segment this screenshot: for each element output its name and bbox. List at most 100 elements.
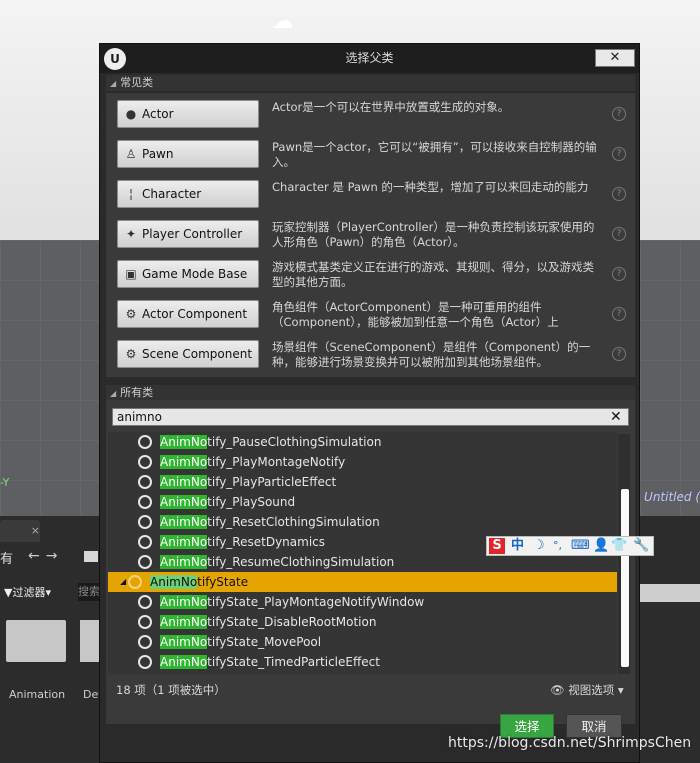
class-button[interactable]: ⚙ Scene Component [117,340,259,368]
class-button-label: Actor Component [142,307,248,321]
class-search-box[interactable]: ✕ [112,408,629,426]
wrench-icon[interactable]: 🔧 [633,538,649,554]
pick-parent-class-dialog: U 选择父类 ✕ ◢ 常见类 ● Actor Actor是一个可以在世界中放置或生成的… [99,43,640,763]
punctuation-icon[interactable]: °, [553,538,562,554]
history-nav-arrows[interactable]: ←→ [28,548,63,564]
common-classes-header[interactable]: ◢ 常见类 [106,75,635,91]
tree-row-label: AnimNotify_PauseClothingSimulation [160,432,381,452]
tree-scrollbar-thumb[interactable] [621,489,629,667]
class-description: Pawn是一个actor，它可以“被拥有”，可以接收来自控制器的输入。 [272,140,597,169]
class-icon [138,455,152,469]
search-match: AnimNo [150,575,198,589]
label-rest: tify_PauseClothingSimulation [207,435,382,449]
tree-row[interactable]: AnimNotify_ResetClothingSimulation [108,512,617,532]
skin-icon[interactable]: 👕 [611,538,627,554]
label-rest: tifyState_MovePool [207,635,322,649]
label-rest: tifyState_TimedParticleEffect [207,655,380,669]
class-button-label: Character [142,187,202,201]
label-rest: tifyState_DisableRootMotion [207,615,377,629]
ime-toolbar[interactable]: S 中 ☽ °, ⌨ 👤 👕 🔧 [486,536,654,556]
tree-row[interactable]: AnimNotifyState_PlayMontageNotifyWindow [108,592,617,612]
common-class-row: ⚙ Scene Component 场景组件（SceneComponent）是组件（… [106,333,635,373]
content-path-bar[interactable] [636,584,700,602]
class-icon [138,615,152,629]
tree-row[interactable]: AnimNotifyState_TimedParticleEffect [108,652,617,672]
label-rest: tify_ResumeClothingSimulation [207,555,395,569]
content-search-input[interactable]: 搜索 [78,583,100,601]
class-icon [138,435,152,449]
content-browser-tab-label[interactable]: 有 [0,548,13,567]
label-rest: tifyState [197,575,249,589]
collapse-arrow-icon: ◢ [110,79,117,88]
help-icon[interactable]: ? [612,267,626,281]
class-button[interactable]: ¦ Character [117,180,259,208]
label-rest: tify_PlayParticleEffect [207,475,337,489]
class-button-label: Game Mode Base [142,267,248,281]
class-button[interactable]: ✦ Player Controller [117,220,259,248]
help-icon[interactable]: ? [612,187,626,201]
tree-row-selected[interactable]: ◢ AnimNotifyState [108,572,617,592]
search-match: AnimNo [160,595,208,609]
class-button-label: Actor [142,107,174,121]
filter-dropdown[interactable]: ▼过滤器▾ [4,584,51,600]
fullwidth-moon-icon[interactable]: ☽ [533,538,545,554]
class-button[interactable]: ● Actor [117,100,259,128]
class-icon [138,535,152,549]
scene-component-icon: ⚙ [125,347,137,361]
class-button[interactable]: ♙ Pawn [117,140,259,168]
search-match: AnimNo [160,555,208,569]
class-button-label: Player Controller [142,227,243,241]
class-description: 游戏模式基类定义正在进行的游戏、其规则、得分，以及游戏类型的其他方面。 [272,260,594,289]
keyboard-icon[interactable]: ⌨ [571,538,590,554]
help-icon[interactable]: ? [612,347,626,361]
folder-icon[interactable] [84,551,98,562]
class-icon [138,635,152,649]
content-browser-tab-close[interactable]: × [0,520,40,542]
close-button[interactable]: ✕ [595,49,635,67]
class-button[interactable]: ⚙ Actor Component [117,300,259,328]
tree-row-label: AnimNotify_ResetDynamics [160,532,325,552]
component-icon: ⚙ [125,307,137,321]
tree-row[interactable]: AnimNotify_PlayParticleEffect [108,472,617,492]
help-icon[interactable]: ? [612,227,626,241]
tree-row-label: AnimNotify_ResetClothingSimulation [160,512,380,532]
class-icon [138,595,152,609]
help-icon[interactable]: ? [612,147,626,161]
folder-dev-icon[interactable] [80,620,100,662]
help-icon[interactable]: ? [612,107,626,121]
class-description: Actor是一个可以在世界中放置或生成的对象。 [272,100,510,114]
label-rest: tify_PlayMontageNotify [207,455,346,469]
tree-row[interactable]: AnimNotify_PlayMontageNotify [108,452,617,472]
all-classes-title: 所有类 [120,386,154,399]
search-match: AnimNo [160,535,208,549]
all-classes-header[interactable]: ◢ 所有类 [106,385,635,401]
controller-icon: ✦ [125,227,137,241]
sogou-logo-icon[interactable]: S [489,538,505,554]
dialog-title: 选择父类 [345,51,394,65]
tree-row[interactable]: AnimNotifyState_MovePool [108,632,617,652]
eye-icon: 👁 [550,683,565,697]
tree-row-label: AnimNotify_PlaySound [160,492,295,512]
view-options-button[interactable]: 👁 视图选项 ▾ [550,682,624,698]
label-rest: tifyState_PlayMontageNotifyWindow [207,595,425,609]
tree-row[interactable]: AnimNotify_PlaySound [108,492,617,512]
class-search-input[interactable] [117,409,597,425]
common-class-row: ⚙ Actor Component 角色组件（ActorComponent）是一种可… [106,293,635,333]
class-description: 场景组件（SceneComponent）是组件（Component）的一种，能够… [272,340,591,369]
tree-row[interactable]: AnimNotifyState_DisableRootMotion [108,612,617,632]
ime-mode-toggle[interactable]: 中 [511,538,524,554]
sky-actor-icon: ☁ [272,9,294,34]
label-rest: tify_ResetDynamics [207,535,326,549]
clear-search-icon[interactable]: ✕ [610,409,622,425]
axis-label: -Y [0,476,10,489]
search-match: AnimNo [160,635,208,649]
folder-animation-icon[interactable] [6,620,66,662]
character-icon: ¦ [128,187,134,201]
expand-arrow-icon[interactable]: ◢ [120,572,126,592]
label-rest: tify_PlaySound [207,495,296,509]
tree-row-label: AnimNotify_PlayParticleEffect [160,472,336,492]
tree-row[interactable]: AnimNotify_PauseClothingSimulation [108,432,617,452]
user-icon[interactable]: 👤 [593,538,609,554]
help-icon[interactable]: ? [612,307,626,321]
class-button[interactable]: ▣ Game Mode Base [117,260,259,288]
